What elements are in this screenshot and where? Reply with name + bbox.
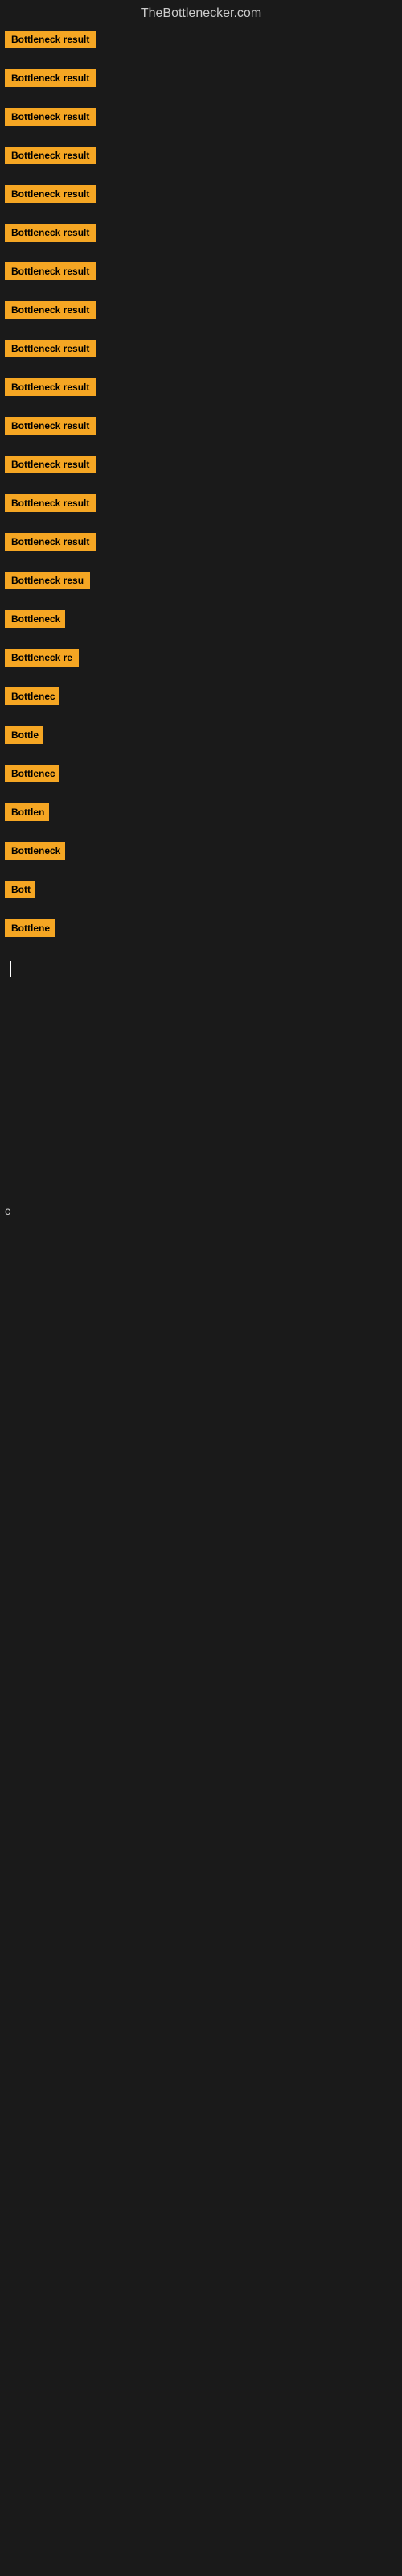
- bottleneck-badge[interactable]: Bottlenec: [5, 765, 59, 782]
- list-item: Bottleneck resu: [0, 568, 402, 607]
- bottleneck-badge[interactable]: Bottleneck result: [5, 378, 96, 396]
- bottleneck-badge[interactable]: Bottleneck result: [5, 301, 96, 319]
- bottleneck-badge[interactable]: Bottlenec: [5, 687, 59, 705]
- bottom-char: c: [0, 1201, 402, 1220]
- bottleneck-badge[interactable]: Bottlen: [5, 803, 49, 821]
- list-item: Bottleneck result: [0, 221, 402, 259]
- list-item: Bottleneck result: [0, 375, 402, 414]
- bottleneck-badge[interactable]: Bottleneck result: [5, 494, 96, 512]
- list-item: Bottleneck result: [0, 530, 402, 568]
- list-item: Bottleneck result: [0, 452, 402, 491]
- bottleneck-badge[interactable]: Bottleneck result: [5, 340, 96, 357]
- list-item: Bottleneck result: [0, 414, 402, 452]
- list-item: Bottleneck result: [0, 336, 402, 375]
- list-item: Bottleneck result: [0, 27, 402, 66]
- bottleneck-badge[interactable]: Bottlene: [5, 919, 55, 937]
- bottleneck-badge[interactable]: Bottleneck resu: [5, 572, 90, 589]
- list-item: Bottleneck result: [0, 143, 402, 182]
- list-item: Bottlen: [0, 800, 402, 839]
- bottleneck-badge[interactable]: Bottleneck result: [5, 31, 96, 48]
- bottleneck-badge[interactable]: Bottleneck: [5, 842, 65, 860]
- bottleneck-badge[interactable]: Bottleneck result: [5, 456, 96, 473]
- list-item: Bott: [0, 877, 402, 916]
- list-item: Bottleneck result: [0, 298, 402, 336]
- bottleneck-badge[interactable]: Bottleneck result: [5, 262, 96, 280]
- list-item: Bottleneck result: [0, 491, 402, 530]
- list-item: Bottle: [0, 723, 402, 762]
- bottleneck-badge[interactable]: Bottleneck result: [5, 417, 96, 435]
- list-item: Bottleneck result: [0, 182, 402, 221]
- bottleneck-badge[interactable]: Bottleneck result: [5, 69, 96, 87]
- bottleneck-badge[interactable]: Bottleneck result: [5, 108, 96, 126]
- list-item: Bottleneck: [0, 839, 402, 877]
- cursor-line: [10, 961, 11, 977]
- bottleneck-badge[interactable]: Bottle: [5, 726, 43, 744]
- list-item: Bottleneck result: [0, 66, 402, 105]
- list-item: Bottlenec: [0, 762, 402, 800]
- list-item: Bottlenec: [0, 684, 402, 723]
- list-item: Bottleneck result: [0, 105, 402, 143]
- site-title: TheBottlenecker.com: [0, 0, 402, 27]
- list-item: Bottleneck: [0, 607, 402, 646]
- bottleneck-badge[interactable]: Bottleneck result: [5, 224, 96, 242]
- list-item: Bottlene: [0, 916, 402, 955]
- list-item: Bottleneck result: [0, 259, 402, 298]
- bottleneck-badge[interactable]: Bottleneck result: [5, 533, 96, 551]
- bottleneck-badge[interactable]: Bottleneck result: [5, 147, 96, 164]
- bottleneck-badge[interactable]: Bottleneck result: [5, 185, 96, 203]
- cursor-item: [0, 955, 402, 984]
- list-item: Bottleneck re: [0, 646, 402, 684]
- bottleneck-badge[interactable]: Bottleneck re: [5, 649, 79, 667]
- bottleneck-badge[interactable]: Bottleneck: [5, 610, 65, 628]
- bottleneck-badge[interactable]: Bott: [5, 881, 35, 898]
